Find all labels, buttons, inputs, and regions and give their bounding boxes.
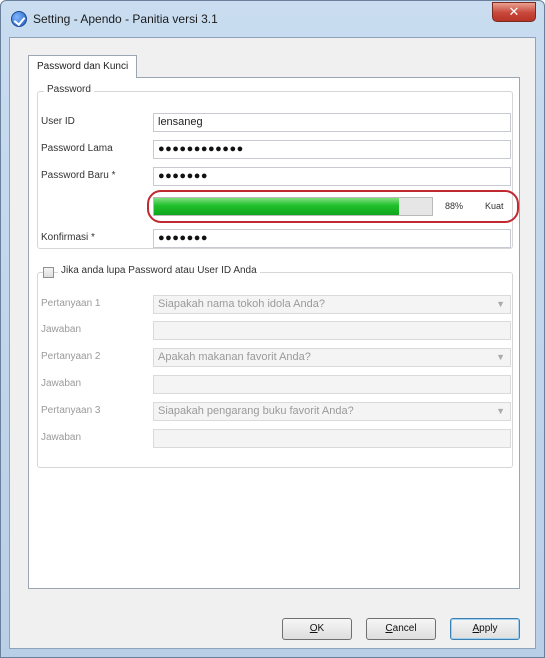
question-2-select[interactable]: Apakah makanan favorit Anda? ▼: [153, 348, 511, 367]
confirm-label: Konfirmasi *: [41, 232, 95, 243]
title-bar[interactable]: Setting - Apendo - Panitia versi 3.1 ✕: [1, 1, 544, 35]
answer-3-label: Jawaban: [41, 432, 82, 443]
chevron-down-icon: ▼: [496, 299, 505, 309]
settings-window: Setting - Apendo - Panitia versi 3.1 ✕ P…: [0, 0, 545, 658]
question-1-value: Siapakah nama tokoh idola Anda?: [158, 298, 325, 310]
tab-password-dan-kunci[interactable]: Password dan Kunci: [28, 55, 138, 78]
question-2-label: Pertanyaan 2: [41, 351, 101, 362]
apply-label-rest: pply: [479, 623, 498, 634]
cancel-hotkey: C: [385, 623, 393, 634]
new-password-input[interactable]: ●●●●●●●: [153, 167, 511, 186]
user-id-input[interactable]: lensaneg: [153, 113, 511, 132]
old-password-input[interactable]: ●●●●●●●●●●●●: [153, 140, 511, 159]
answer-2-input[interactable]: [153, 375, 511, 394]
question-1-select[interactable]: Siapakah nama tokoh idola Anda? ▼: [153, 295, 511, 314]
strength-highlight-annotation: [147, 190, 519, 223]
ok-label-rest: K: [317, 623, 325, 634]
cancel-label-rest: ancel: [392, 623, 417, 634]
user-id-label: User ID: [41, 116, 75, 127]
question-3-value: Siapakah pengarang buku favorit Anda?: [158, 405, 354, 417]
ok-hotkey: O: [309, 623, 318, 634]
question-3-label: Pertanyaan 3: [41, 405, 101, 416]
ok-button[interactable]: OK: [282, 618, 352, 640]
chevron-down-icon: ▼: [496, 406, 505, 416]
dialog-client-area: Password dan Kunci Password User ID lens…: [9, 37, 536, 649]
window-title: Setting - Apendo - Panitia versi 3.1: [33, 12, 218, 26]
password-group-legend: Password: [44, 84, 94, 95]
close-button[interactable]: ✕: [492, 2, 536, 22]
recovery-checkbox[interactable]: [43, 267, 54, 278]
confirm-password-input[interactable]: ●●●●●●●: [153, 229, 511, 248]
app-check-icon: [11, 11, 27, 27]
new-password-label: Password Baru *: [41, 170, 116, 181]
chevron-down-icon: ▼: [496, 352, 505, 362]
old-password-label: Password Lama: [41, 143, 113, 154]
question-2-value: Apakah makanan favorit Anda?: [158, 351, 311, 363]
answer-2-label: Jawaban: [41, 378, 82, 389]
apply-button[interactable]: Apply: [450, 618, 520, 640]
answer-1-input[interactable]: [153, 321, 511, 340]
recovery-group-legend: Jika anda lupa Password atau User ID And…: [58, 265, 260, 276]
question-1-label: Pertanyaan 1: [41, 298, 101, 309]
question-3-select[interactable]: Siapakah pengarang buku favorit Anda? ▼: [153, 402, 511, 421]
answer-1-label: Jawaban: [41, 324, 82, 335]
tab-panel: Password User ID lensaneg Password Lama …: [28, 77, 520, 589]
answer-3-input[interactable]: [153, 429, 511, 448]
cancel-button[interactable]: Cancel: [366, 618, 436, 640]
